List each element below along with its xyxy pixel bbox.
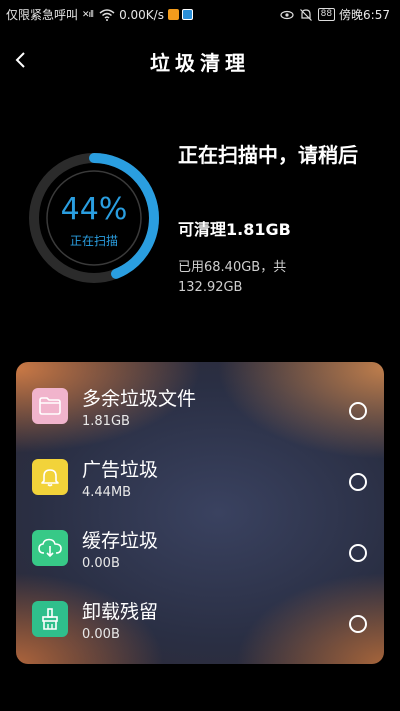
app-header: 垃圾清理 bbox=[0, 40, 400, 80]
junk-item-name: 缓存垃圾 bbox=[82, 530, 159, 552]
app-notification-icon-2 bbox=[181, 9, 193, 20]
junk-item-redundant-files[interactable]: 多余垃圾文件 1.81GB bbox=[16, 376, 384, 436]
junk-list-panel: 多余垃圾文件 1.81GB 广告垃圾 4.44MB 缓存垃圾 0.00B 卸载残… bbox=[16, 362, 384, 664]
brush-icon bbox=[32, 601, 68, 637]
carrier-text: 仅限紧急呼叫 bbox=[6, 8, 79, 22]
ring-text: 44% 正在扫描 bbox=[24, 148, 164, 288]
select-radio[interactable] bbox=[349, 473, 367, 491]
signal-icon: ✕ıll bbox=[82, 9, 94, 20]
clock: 傍晚6:57 bbox=[339, 8, 390, 22]
wifi-icon bbox=[99, 8, 115, 21]
cleanable-size: 可清理1.81GB bbox=[178, 220, 291, 239]
junk-item-size: 0.00B bbox=[82, 556, 120, 571]
page-title: 垃圾清理 bbox=[150, 51, 250, 75]
cloud-download-icon bbox=[32, 530, 68, 566]
junk-item-uninstall-residue[interactable]: 卸载残留 0.00B bbox=[16, 589, 384, 649]
select-radio[interactable] bbox=[349, 544, 367, 562]
junk-item-cache-junk[interactable]: 缓存垃圾 0.00B bbox=[16, 518, 384, 578]
junk-item-name: 多余垃圾文件 bbox=[82, 388, 197, 410]
battery-icon: 88 bbox=[317, 8, 336, 21]
mute-bell-icon bbox=[299, 8, 312, 21]
junk-item-name: 广告垃圾 bbox=[82, 459, 159, 481]
bell-icon bbox=[32, 459, 68, 495]
scan-status-label: 正在扫描 bbox=[69, 234, 118, 248]
status-bar: 仅限紧急呼叫 ✕ıll 0.00K/s 88 傍晚6:57 bbox=[0, 0, 400, 28]
junk-item-ad-junk[interactable]: 广告垃圾 4.44MB bbox=[16, 447, 384, 507]
select-radio[interactable] bbox=[349, 402, 367, 420]
network-speed: 0.00K/s bbox=[119, 7, 164, 22]
folder-icon bbox=[32, 388, 68, 424]
scan-percent: 44% bbox=[60, 192, 128, 227]
junk-item-name: 卸载残留 bbox=[82, 601, 159, 623]
junk-item-size: 1.81GB bbox=[82, 414, 130, 429]
app-notification-icon bbox=[167, 9, 179, 20]
select-radio[interactable] bbox=[349, 615, 367, 633]
scan-title: 正在扫描中，请稍后 bbox=[178, 143, 358, 167]
storage-usage: 已用68.40GB，共132.92GB bbox=[178, 260, 287, 295]
junk-item-size: 0.00B bbox=[82, 627, 120, 642]
junk-item-size: 4.44MB bbox=[82, 485, 132, 500]
eye-comfort-icon bbox=[279, 10, 294, 19]
